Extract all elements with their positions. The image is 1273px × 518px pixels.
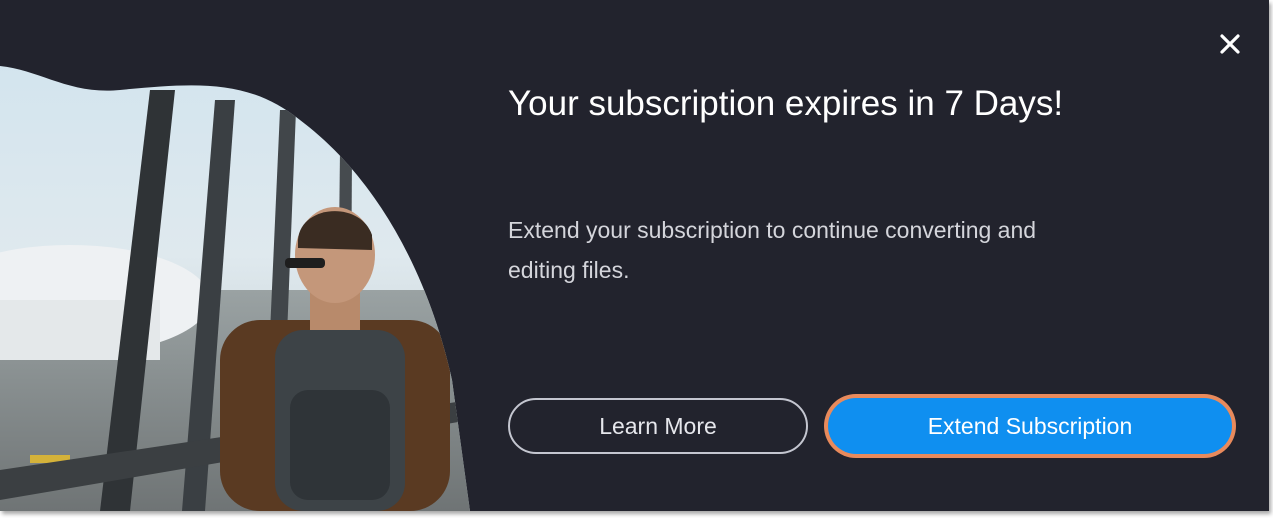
close-button[interactable] [1212,26,1248,62]
traveler-photo [0,0,470,511]
dialog-message: Extend your subscription to continue con… [508,217,1037,283]
dialog-title: Your subscription expires in 7 Days! [508,84,1064,123]
extend-subscription-button[interactable]: Extend Subscription [828,398,1232,454]
close-icon [1220,34,1240,54]
subscription-expiry-dialog: Your subscription expires in 7 Days! Ext… [0,0,1269,511]
learn-more-button[interactable]: Learn More [508,398,808,454]
